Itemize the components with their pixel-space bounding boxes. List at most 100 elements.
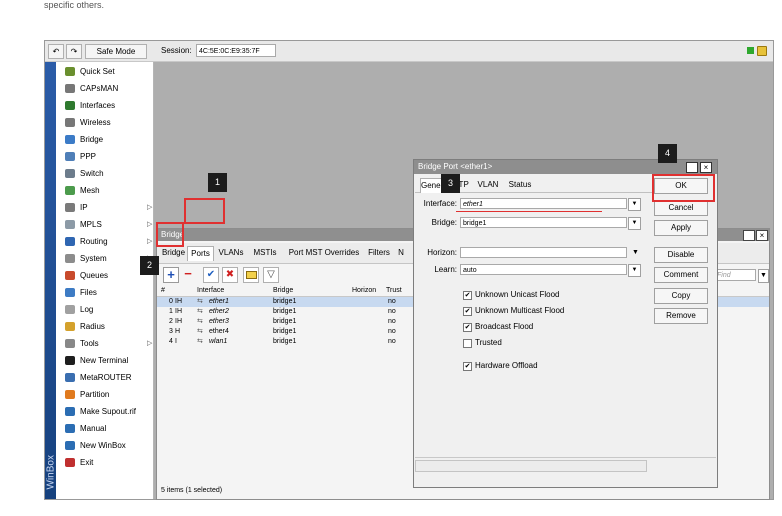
port-icon: ⇆: [197, 338, 203, 345]
sidebar-item-new-winbox[interactable]: New WinBox: [56, 437, 153, 454]
session-label: Session:: [161, 46, 192, 55]
maximize-icon[interactable]: [743, 230, 755, 241]
sidebar-item-label: Exit: [80, 458, 94, 467]
sidebar-item-capsman[interactable]: CAPsMAN: [56, 80, 153, 97]
dialog-divider: [415, 457, 716, 458]
toolbar: ↶ ↷ Safe Mode Session: 4C:5E:0C:E9:35:7F: [45, 41, 773, 62]
sidebar-item-system[interactable]: System▷: [56, 250, 153, 267]
remove-button[interactable]: Remove: [654, 308, 708, 324]
disable-icon[interactable]: ✖: [222, 267, 238, 283]
sidebar-item-interfaces[interactable]: Interfaces: [56, 97, 153, 114]
interfaces-icon: [65, 101, 75, 110]
checkbox-unknown-multicast-flood[interactable]: ✔: [463, 307, 472, 316]
maximize-icon[interactable]: [686, 162, 698, 173]
sidebar-item-quick-set[interactable]: Quick Set: [56, 63, 153, 80]
tab-vlan[interactable]: VLAN: [474, 178, 502, 192]
submenu-arrow-icon: ▷: [147, 221, 153, 228]
new-winbox-icon: [65, 441, 75, 450]
sidebar-item-wireless[interactable]: Wireless: [56, 114, 153, 131]
column-header-horizon[interactable]: Horizon: [352, 285, 376, 296]
tab-port-mst-overrides[interactable]: Port MST Overrides: [284, 246, 364, 260]
tab-vlans[interactable]: VLANs: [215, 246, 247, 260]
comment-button[interactable]: Comment: [654, 267, 708, 283]
tab-ports[interactable]: Ports: [187, 246, 214, 261]
sidebar-item-routing[interactable]: Routing ▷: [56, 233, 153, 250]
sidebar-item-radius[interactable]: Radius: [56, 318, 153, 335]
column-header-trust[interactable]: Trust: [386, 285, 402, 296]
column-header-num[interactable]: #: [161, 285, 165, 296]
port-icon: ⇆: [197, 328, 203, 335]
checkbox-unknown-unicast-flood[interactable]: ✔: [463, 291, 472, 300]
sidebar-item-partition[interactable]: Partition: [56, 386, 153, 403]
wireless-icon: [65, 118, 75, 127]
row-bridge: bridge1: [273, 308, 297, 315]
sidebar-item-files[interactable]: Files: [56, 284, 153, 301]
checkbox-trusted[interactable]: [463, 339, 472, 348]
chevron-down-icon[interactable]: ▼: [628, 264, 641, 277]
row-flags: IH: [175, 308, 182, 315]
sidebar-item-ppp[interactable]: PPP: [56, 148, 153, 165]
comment-icon[interactable]: [243, 267, 259, 283]
chevron-down-icon[interactable]: ▼: [758, 269, 769, 283]
sidebar-item-log[interactable]: Log: [56, 301, 153, 318]
chevron-down-icon[interactable]: ▼: [628, 198, 641, 211]
sidebar-item-bridge[interactable]: Bridge: [56, 131, 153, 148]
find-input[interactable]: Find: [714, 269, 756, 281]
checkbox-label-trusted: Trusted: [475, 338, 502, 347]
column-header-interface[interactable]: Interface: [197, 285, 224, 296]
redo-button[interactable]: ↷: [66, 44, 82, 59]
enable-icon[interactable]: ✔: [203, 267, 219, 283]
close-icon[interactable]: ×: [756, 230, 768, 241]
new-terminal-icon: [65, 356, 75, 365]
annotation-marker-1: 1: [208, 173, 227, 192]
highlight-ok-button: [652, 174, 715, 202]
sidebar-item-exit[interactable]: Exit: [56, 454, 153, 471]
row-interface: ether4: [209, 328, 229, 335]
apply-button[interactable]: Apply: [654, 220, 708, 236]
winbox-vertical-strip: WinBox: [45, 62, 57, 499]
mesh-icon: [65, 186, 75, 195]
row-flags: IH: [175, 318, 182, 325]
sidebar-item-metarouter[interactable]: MetaROUTER: [56, 369, 153, 386]
tab-status[interactable]: Status: [505, 178, 535, 192]
learn-select[interactable]: auto: [460, 264, 627, 275]
copy-button[interactable]: Copy: [654, 288, 708, 304]
sidebar-item-switch[interactable]: Switch: [56, 165, 153, 182]
add-icon[interactable]: +: [163, 267, 179, 283]
filter-icon[interactable]: ▽: [263, 267, 279, 283]
row-flags: I: [175, 338, 177, 345]
disable-button[interactable]: Disable: [654, 247, 708, 263]
winbox-vertical-label: WinBox: [45, 455, 57, 490]
column-header-bridge[interactable]: Bridge: [273, 285, 293, 296]
checkbox-hardware-offload[interactable]: ✔: [463, 362, 472, 371]
sidebar-item-label: PPP: [80, 152, 97, 161]
sidebar-item-mpls[interactable]: MPLS ▷: [56, 216, 153, 233]
sidebar-item-make-supout-rif[interactable]: Make Supout.rif: [56, 403, 153, 420]
radius-icon: [65, 322, 75, 331]
cancel-button[interactable]: Cancel: [654, 200, 708, 216]
chevron-down-icon[interactable]: ▼: [628, 217, 641, 230]
sidebar-item-ip[interactable]: IP ▷: [56, 199, 153, 216]
tab-bridge[interactable]: Bridge: [161, 246, 186, 260]
sidebar-item-new-terminal[interactable]: New Terminal: [56, 352, 153, 369]
tab-filters[interactable]: Filters: [365, 246, 393, 260]
tab-nat[interactable]: N: [395, 246, 407, 260]
interface-select[interactable]: ether1: [460, 198, 627, 209]
undo-button[interactable]: ↶: [48, 44, 64, 59]
page-top-text: specific others.: [44, 0, 105, 10]
bridge-select[interactable]: bridge1: [460, 217, 627, 228]
close-icon[interactable]: ×: [700, 162, 712, 173]
sidebar-item-mesh[interactable]: Mesh: [56, 182, 153, 199]
horizon-input[interactable]: [460, 247, 627, 258]
remove-icon[interactable]: −: [181, 267, 195, 281]
port-icon: ⇆: [197, 298, 203, 305]
session-field[interactable]: 4C:5E:0C:E9:35:7F: [196, 44, 276, 57]
sidebar-item-manual[interactable]: Manual: [56, 420, 153, 437]
chevron-down-icon[interactable]: ▼: [632, 247, 639, 258]
ip-icon: [65, 203, 75, 212]
safe-mode-button[interactable]: Safe Mode: [85, 44, 147, 59]
checkbox-broadcast-flood[interactable]: ✔: [463, 323, 472, 332]
sidebar-item-tools[interactable]: Tools ▷: [56, 335, 153, 352]
sidebar-item-queues[interactable]: Queues: [56, 267, 153, 284]
tab-mstis[interactable]: MSTIs: [249, 246, 281, 260]
